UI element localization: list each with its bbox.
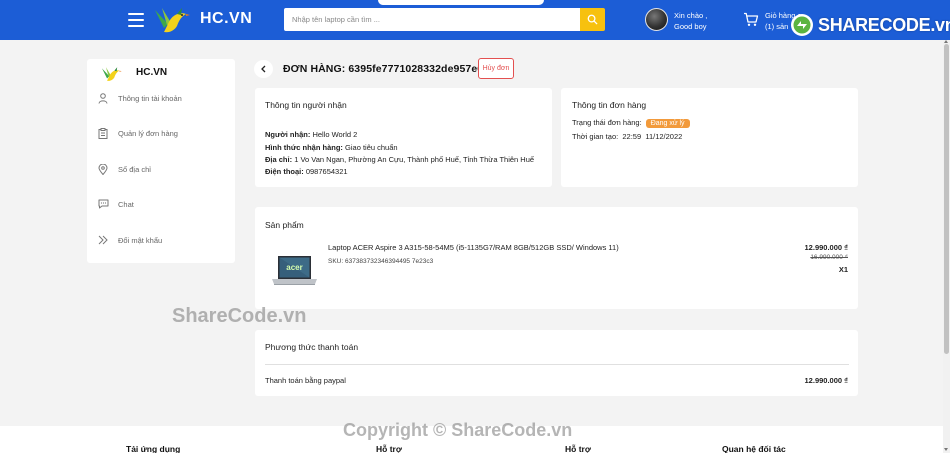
clipboard-icon bbox=[97, 127, 109, 139]
sidebar-item-label: Quản lý đơn hàng bbox=[118, 128, 178, 138]
product-name[interactable]: Laptop ACER Aspire 3 A315-58-54M5 (i5-11… bbox=[328, 243, 619, 252]
bird-logo-icon[interactable] bbox=[152, 4, 190, 36]
location-pin-icon bbox=[97, 163, 109, 175]
sharecode-watermark-logo: SHARECODE.vn bbox=[789, 12, 950, 38]
footer: Tải ứng dụng Hỗ trợ Hỗ trợ Quan hệ đối t… bbox=[0, 426, 950, 453]
footer-column-title: Hỗ trợ bbox=[565, 444, 591, 453]
payment-method: Thanh toán bằng paypal bbox=[265, 376, 346, 385]
order-status-label: Trạng thái đơn hàng: bbox=[572, 118, 642, 127]
chevron-left-icon bbox=[261, 65, 266, 73]
sharecode-logo-icon bbox=[791, 14, 813, 36]
menu-hamburger-icon[interactable] bbox=[128, 13, 144, 27]
sidebar-item-label: Chat bbox=[118, 199, 134, 209]
recipient-name-row: Người nhận: Hello World 2 bbox=[265, 130, 357, 139]
order-info-card: Thông tin đơn hàng Trạng thái đơn hàng: Đ… bbox=[561, 88, 858, 187]
product-quantity: X1 bbox=[838, 265, 848, 274]
address-row: Địa chỉ: 1 Vo Van Ngan, Phường An Cựu, T… bbox=[265, 155, 534, 164]
recipient-name: Hello World 2 bbox=[312, 130, 358, 139]
cancel-order-button[interactable]: Hủy đơn bbox=[478, 58, 514, 79]
delivery-method-row: Hình thức nhận hàng: Giao tiêu chuẩn bbox=[265, 143, 398, 152]
account-sidebar: HC.VN Thông tin tài khoản Quản lý đơn hà… bbox=[87, 59, 235, 263]
phone: 0987654321 bbox=[305, 167, 348, 176]
username: Good boy bbox=[674, 22, 707, 31]
back-button[interactable] bbox=[254, 60, 273, 78]
created-time-row: Thời gian tạo: 22:59 11/12/2022 bbox=[572, 132, 682, 141]
recipient-info-card: Thông tin người nhận Người nhận: Hello W… bbox=[255, 88, 552, 187]
scroll-down-icon[interactable] bbox=[944, 448, 948, 451]
recipient-name-label: Người nhận: bbox=[265, 130, 311, 139]
sidebar-item-account-info[interactable]: Thông tin tài khoản bbox=[97, 91, 182, 105]
brand-name[interactable]: HC.VN bbox=[200, 10, 252, 28]
delivery-method-label: Hình thức nhận hàng: bbox=[265, 143, 343, 152]
recipient-heading: Thông tin người nhận bbox=[265, 100, 347, 110]
sidebar-item-change-password[interactable]: Đổi mật khẩu bbox=[97, 233, 162, 247]
order-title: ĐƠN HÀNG: 6395fe7771028332de957e68 bbox=[283, 63, 490, 75]
payment-heading: Phương thức thanh toán bbox=[265, 342, 359, 352]
address: 1 Vo Van Ngan, Phường An Cựu, Thành phố … bbox=[294, 155, 535, 164]
double-chevron-right-icon bbox=[97, 234, 109, 246]
cart-icon[interactable] bbox=[743, 12, 759, 27]
avatar[interactable] bbox=[645, 8, 668, 31]
order-info-heading: Thông tin đơn hàng bbox=[572, 100, 647, 110]
sidebar-item-chat[interactable]: Chat bbox=[97, 197, 134, 211]
payment-card: Phương thức thanh toán Thanh toán bằng p… bbox=[255, 330, 858, 396]
search-icon bbox=[587, 14, 598, 25]
phone-label: Điện thoại: bbox=[265, 167, 304, 176]
search-input[interactable] bbox=[284, 8, 580, 31]
created-date: 11/12/2022 bbox=[645, 132, 683, 141]
footer-column-title: Tải ứng dụng bbox=[126, 444, 181, 453]
sidebar-item-orders[interactable]: Quản lý đơn hàng bbox=[97, 126, 178, 140]
product-sku: SKU: 637383732346394495 7e23c3 bbox=[328, 258, 434, 265]
footer-column-title: Hỗ trợ bbox=[376, 444, 402, 453]
product-old-price: 16.990.000 ₫ bbox=[810, 254, 848, 261]
sidebar-item-address-book[interactable]: Sổ địa chỉ bbox=[97, 162, 151, 176]
product-image-brand: acer bbox=[286, 263, 302, 272]
products-card: Sản phẩm Laptop ACER Aspire 3 A315-58-54… bbox=[255, 207, 858, 309]
footer-column-title: Quan hệ đối tác bbox=[722, 444, 786, 453]
phone-row: Điện thoại: 0987654321 bbox=[265, 167, 348, 176]
search-button[interactable] bbox=[580, 8, 605, 31]
bird-logo-icon[interactable] bbox=[100, 65, 122, 83]
greeting-line: Xin chào , bbox=[674, 11, 708, 20]
user-icon bbox=[97, 92, 109, 104]
scrollbar-thumb[interactable] bbox=[944, 44, 949, 354]
product-price: 12.990.000 ₫ bbox=[804, 243, 848, 252]
sidebar-brand[interactable]: HC.VN bbox=[136, 67, 167, 78]
user-greeting[interactable]: Xin chào , Good boy bbox=[674, 10, 707, 32]
products-heading: Sản phẩm bbox=[265, 220, 304, 230]
chat-bubble-icon bbox=[97, 198, 109, 210]
scrollbar[interactable] bbox=[943, 40, 950, 453]
status-badge: Đang xử lý bbox=[645, 119, 690, 128]
product-image[interactable]: acer bbox=[270, 254, 319, 287]
address-label: Địa chỉ: bbox=[265, 155, 293, 164]
payment-total: 12.990.000 ₫ bbox=[804, 376, 848, 385]
header-decoration bbox=[378, 0, 544, 5]
scroll-up-icon[interactable] bbox=[944, 40, 948, 43]
order-status-row: Trạng thái đơn hàng: Đang xử lý bbox=[572, 118, 690, 128]
payment-divider bbox=[265, 364, 849, 365]
sharecode-logo-text: SHARECODE.vn bbox=[818, 14, 950, 35]
created-time-label: Thời gian tạo: bbox=[572, 132, 619, 141]
top-navbar: HC.VN Xin chào , Good boy Giỏ hàng c (1)… bbox=[0, 0, 950, 40]
delivery-method: Giao tiêu chuẩn bbox=[345, 143, 398, 152]
sidebar-item-label: Đổi mật khẩu bbox=[118, 235, 163, 245]
created-time: 22:59 bbox=[622, 132, 642, 141]
sidebar-item-label: Thông tin tài khoản bbox=[118, 93, 182, 103]
sidebar-item-label: Sổ địa chỉ bbox=[118, 164, 151, 174]
